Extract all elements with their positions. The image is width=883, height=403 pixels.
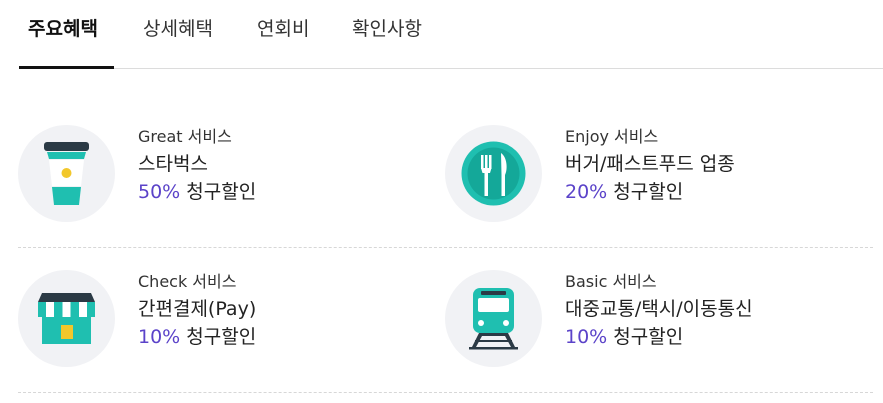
benefit-title: 버거/패스트푸드 업종 <box>565 153 735 175</box>
benefit-text: Enjoy 서비스 버거/패스트푸드 업종 20% 청구할인 <box>565 125 735 205</box>
tab-notices[interactable]: 확인사항 <box>352 14 422 69</box>
benefit-card-basic[interactable]: Basic 서비스 대중교통/택시/이동통신 10% 청구할인 <box>445 270 845 370</box>
benefit-discount: 10% 청구할인 <box>138 324 256 350</box>
discount-label: 청구할인 <box>186 181 257 203</box>
train-icon <box>445 270 542 367</box>
discount-percent: 20% <box>565 181 608 203</box>
tab-annual-fee[interactable]: 연회비 <box>257 14 309 69</box>
discount-percent: 10% <box>138 326 181 348</box>
benefit-text: Great 서비스 스타벅스 50% 청구할인 <box>138 125 256 205</box>
discount-percent: 10% <box>565 326 608 348</box>
row-divider <box>18 392 873 393</box>
discount-label: 청구할인 <box>613 326 684 348</box>
benefit-discount: 10% 청구할인 <box>565 324 753 350</box>
benefit-discount: 20% 청구할인 <box>565 179 735 205</box>
coffee-cup-icon <box>18 125 115 222</box>
benefit-title: 스타벅스 <box>138 153 208 175</box>
service-name: Great 서비스 <box>138 127 232 146</box>
benefit-discount: 50% 청구할인 <box>138 179 256 205</box>
benefit-text: Basic 서비스 대중교통/택시/이동통신 10% 청구할인 <box>565 270 753 350</box>
discount-label: 청구할인 <box>186 326 257 348</box>
storefront-icon <box>18 270 115 367</box>
service-name: Enjoy 서비스 <box>565 127 659 146</box>
discount-label: 청구할인 <box>613 181 684 203</box>
benefit-title: 대중교통/택시/이동통신 <box>565 298 753 320</box>
benefit-text: Check 서비스 간편결제(Pay) 10% 청구할인 <box>138 270 256 350</box>
fork-knife-plate-icon <box>445 125 542 222</box>
tab-main-benefits[interactable]: 주요혜택 <box>19 14 114 69</box>
benefit-card-check[interactable]: Check 서비스 간편결제(Pay) 10% 청구할인 <box>18 270 418 370</box>
service-name: Check 서비스 <box>138 272 237 291</box>
benefit-card-great[interactable]: Great 서비스 스타벅스 50% 청구할인 <box>18 125 418 225</box>
tab-detailed-benefits[interactable]: 상세혜택 <box>143 14 213 69</box>
benefit-title: 간편결제(Pay) <box>138 298 257 320</box>
benefit-tabs: 주요혜택 상세혜택 연회비 확인사항 <box>19 0 883 69</box>
service-name: Basic 서비스 <box>565 272 657 291</box>
benefit-card-enjoy[interactable]: Enjoy 서비스 버거/패스트푸드 업종 20% 청구할인 <box>445 125 845 225</box>
row-divider <box>18 247 873 248</box>
discount-percent: 50% <box>138 181 181 203</box>
